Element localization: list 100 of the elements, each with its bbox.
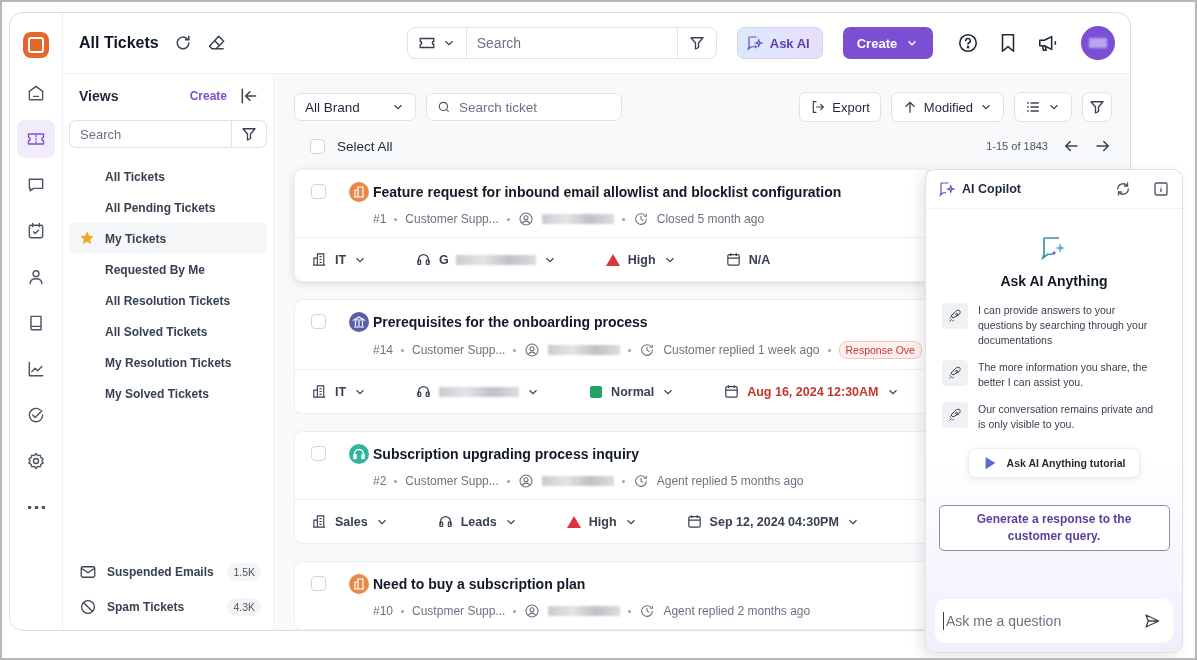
view-item[interactable]: All Tickets (69, 161, 267, 192)
check-icon (26, 405, 46, 425)
department-dropdown[interactable]: Sales (311, 513, 389, 530)
view-label: Requested By Me (105, 262, 206, 277)
department-dropdown[interactable]: IT (311, 251, 368, 268)
filter-button[interactable] (232, 120, 267, 148)
ban-icon (79, 597, 97, 616)
pagination-range: 1-15 of 1843 (986, 140, 1048, 152)
logo-icon[interactable] (23, 32, 49, 58)
headset-icon (415, 251, 433, 268)
filter-button[interactable] (676, 27, 717, 59)
ticket-number: #10 (373, 604, 394, 618)
rocket-icon (942, 360, 968, 386)
priority-dropdown[interactable]: High (604, 251, 677, 268)
ticket-search-input[interactable]: Search ticket (457, 98, 611, 116)
ask-ai-button[interactable]: Ask AI (736, 27, 823, 59)
department-dropdown[interactable]: IT (311, 383, 368, 400)
ticket-checkbox[interactable] (311, 314, 326, 329)
send-icon[interactable] (1143, 612, 1161, 630)
view-item[interactable]: Requested By Me (69, 254, 267, 285)
user-icon (524, 603, 541, 619)
panel-title: AI Copilot (962, 182, 1021, 196)
sort-dropdown[interactable]: Modified (890, 92, 1004, 122)
due-date-dropdown[interactable]: Aug 16, 2024 12:30AM (723, 383, 900, 400)
building-icon (311, 251, 328, 268)
ticket-title[interactable]: Need to buy a subscription plan (373, 574, 811, 594)
export-icon (810, 99, 827, 115)
filter-icon (1088, 98, 1106, 116)
search-field[interactable]: Search (466, 27, 677, 59)
ticket-card[interactable]: Feature request for inbound email allowlist and blocklist configuration #1 Customer Supp... Closed 5 month ago IT G High N/A (294, 169, 926, 282)
create-view-link[interactable]: Create (189, 89, 227, 103)
calendar-icon (26, 221, 46, 241)
view-label: All Resolution Tickets (105, 293, 231, 308)
ticket-type-dropdown[interactable] (406, 27, 467, 59)
question-field[interactable]: Ask me a question (935, 599, 1173, 643)
ticket-title[interactable]: Feature request for inbound email allowlist and blocklist configuration (373, 182, 842, 202)
info-icon[interactable] (1152, 180, 1170, 198)
tip-text: I can provide answers to your questions by searching through your documentations (978, 303, 1149, 348)
ticket-card[interactable]: Subscription upgrading process inquiry #2 Customer Supp... Agent replied 5 months ago Sales Leads High Sep 12, 2024 04:30PM (294, 431, 926, 544)
due-date-dropdown[interactable]: N/A (724, 251, 771, 268)
view-label: My Tickets (105, 231, 167, 246)
due-date-dropdown[interactable]: Sep 12, 2024 04:30PM (685, 513, 860, 530)
ticket-title[interactable]: Subscription upgrading process inquiry (373, 444, 804, 464)
filter-button[interactable] (1082, 92, 1112, 122)
collapse-icon[interactable] (239, 86, 259, 106)
page-title: All Tickets (79, 34, 159, 52)
calendar-icon (685, 513, 703, 530)
nav-button[interactable] (17, 120, 55, 158)
ticket-number: #1 (373, 212, 387, 226)
brand-label: All Brand (305, 99, 360, 115)
select-all-checkbox[interactable] (310, 138, 325, 154)
ticket-checkbox[interactable] (311, 576, 326, 591)
user-avatar[interactable] (1081, 26, 1116, 60)
team-name: Customer Supp... (405, 474, 499, 488)
ticket-number: #14 (373, 343, 394, 357)
folder-link[interactable]: Suspended Emails (107, 564, 218, 579)
headset-icon (415, 383, 433, 400)
eraser-icon[interactable] (206, 33, 227, 53)
create-button[interactable]: Create (842, 27, 934, 59)
views-title: Views (79, 88, 120, 104)
ticket-number: #2 (373, 474, 387, 488)
view-label: All Pending Tickets (105, 200, 216, 215)
list-view-dropdown[interactable] (1014, 92, 1072, 122)
list-icon (1025, 99, 1041, 115)
building-icon (311, 383, 328, 400)
ticket-checkbox[interactable] (311, 446, 326, 461)
clock-icon (632, 473, 649, 489)
ticket-checkbox[interactable] (311, 184, 326, 199)
activity-text: Agent replied 2 months ago (663, 604, 811, 618)
agent-name: Leads (460, 514, 497, 529)
tutorial-button[interactable]: Ask AI Anything tutorial (967, 448, 1141, 478)
view-item[interactable]: My Solved Tickets (69, 378, 267, 409)
rocket-icon (942, 303, 968, 329)
brand-dropdown[interactable]: All Brand (294, 93, 416, 121)
sparkle-chat-icon (938, 180, 956, 198)
priority-dropdown[interactable]: High (565, 513, 638, 530)
view-item[interactable]: All Resolution Tickets (69, 285, 267, 316)
select-all-label: Select All (337, 138, 393, 154)
export-button[interactable]: Export (799, 92, 881, 122)
view-item[interactable]: My Resolution Tickets (69, 347, 267, 378)
activity-text: Closed 5 month ago (656, 212, 765, 226)
view-item[interactable]: My Tickets (69, 223, 267, 254)
views-search-field[interactable]: Search (69, 120, 232, 148)
due-date: Aug 16, 2024 12:30AM (747, 384, 879, 399)
view-item[interactable]: All Pending Tickets (69, 192, 267, 223)
view-item[interactable]: All Solved Tickets (69, 316, 267, 347)
refresh-icon[interactable] (1114, 180, 1132, 198)
agent-dropdown[interactable]: G (415, 251, 557, 268)
ticket-search-field[interactable]: Search ticket (426, 93, 622, 121)
agent-dropdown[interactable]: Leads (436, 513, 518, 530)
more-icon (27, 505, 45, 509)
ticket-card[interactable]: Prerequisites for the onboarding process #14 Customer Supp... Customer replied 1 week ago Response Ove IT Normal Aug 16, 2024 12:30AM (294, 299, 926, 414)
question-input[interactable]: Ask me a question (943, 612, 1143, 630)
clock-icon (639, 342, 656, 358)
priority-dropdown[interactable]: Normal (588, 383, 676, 400)
folder-link[interactable]: Spam Tickets (107, 599, 218, 614)
help-icon[interactable] (957, 32, 980, 54)
ticket-title[interactable]: Prerequisites for the onboarding process (373, 312, 922, 332)
suggestion-button[interactable]: Generate a response to the customer query. (938, 505, 1170, 551)
ticket-card[interactable]: Need to buy a subscription plan #10 Custpmer Supp... Agent replied 2 months ago (294, 561, 926, 630)
